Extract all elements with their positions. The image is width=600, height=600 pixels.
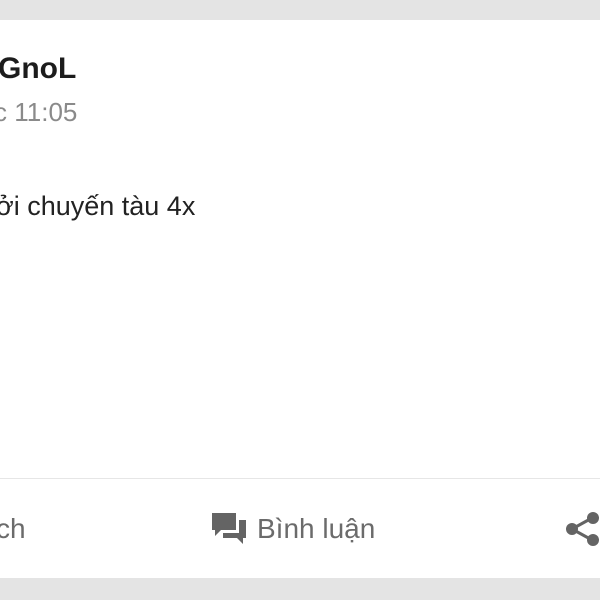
like-button-label: ch xyxy=(0,513,26,544)
share-icon xyxy=(566,512,599,546)
like-button[interactable]: ch xyxy=(0,509,26,549)
comment-icon xyxy=(209,509,249,549)
feed-page: GnoL c 11:05 ởi chuyến tàu 4x ch Bình lu… xyxy=(0,0,600,600)
share-button[interactable] xyxy=(562,509,600,549)
post-action-bar: ch Bình luận xyxy=(0,478,600,578)
comment-button-label: Bình luận xyxy=(257,513,376,544)
comment-button[interactable]: Bình luận xyxy=(209,508,375,550)
post-card: GnoL c 11:05 ởi chuyến tàu 4x ch Bình lu… xyxy=(0,20,600,578)
post-content: ởi chuyến tàu 4x xyxy=(0,191,196,221)
post-header: GnoL c 11:05 xyxy=(0,20,600,150)
author-name[interactable]: GnoL xyxy=(0,50,76,88)
post-timestamp: c 11:05 xyxy=(0,97,78,127)
